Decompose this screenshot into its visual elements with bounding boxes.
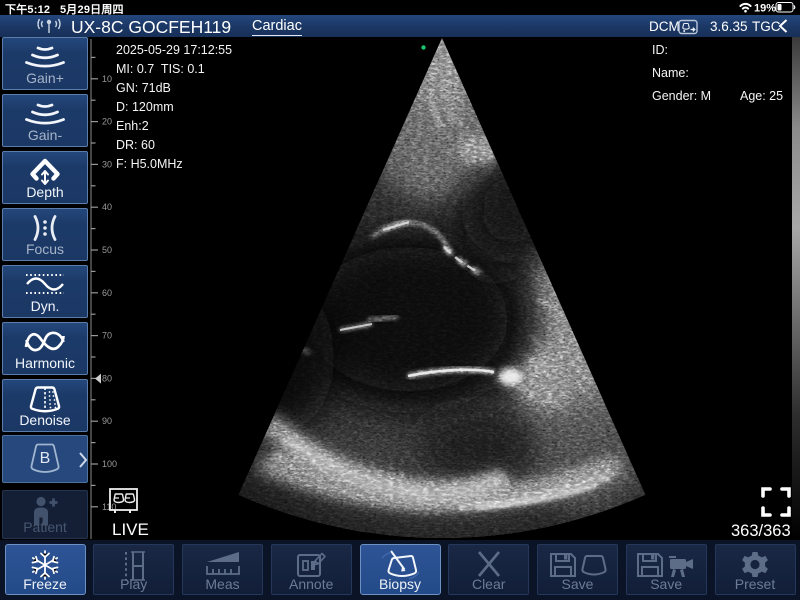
svg-text:40: 40 [102, 202, 112, 212]
svg-text:80: 80 [102, 373, 112, 383]
svg-text:20: 20 [102, 117, 112, 127]
svg-text:19%: 19% [754, 3, 776, 15]
svg-text:10: 10 [102, 74, 112, 84]
svg-text:70: 70 [102, 331, 112, 341]
svg-text:B: B [40, 450, 51, 467]
svg-text:100: 100 [102, 459, 117, 469]
svg-text:30: 30 [102, 159, 112, 169]
svg-text:90: 90 [102, 416, 112, 426]
svg-text:50: 50 [102, 245, 112, 255]
svg-text:60: 60 [102, 288, 112, 298]
